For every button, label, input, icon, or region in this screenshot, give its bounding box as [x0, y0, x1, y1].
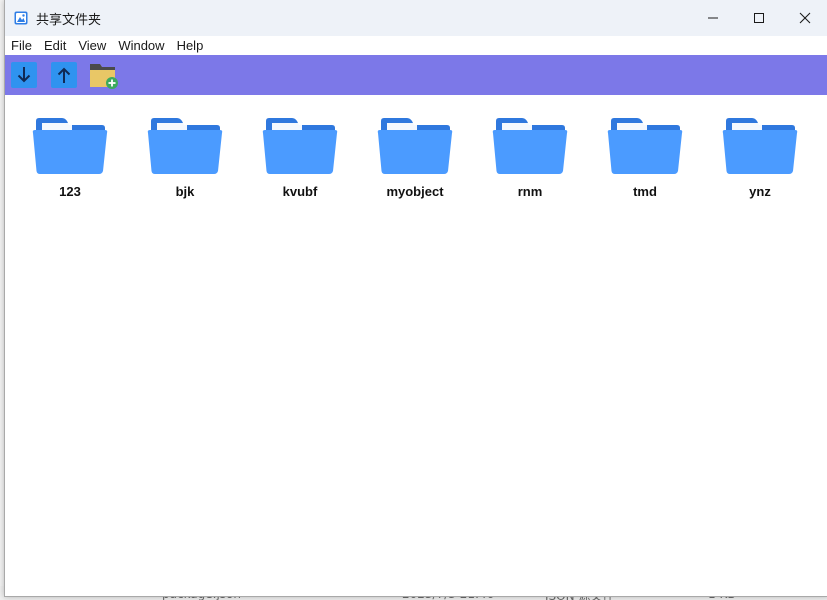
folder-item-ynz[interactable]: ynz	[705, 117, 815, 199]
folder-item-kvubf[interactable]: kvubf	[245, 117, 355, 199]
menu-window[interactable]: Window	[112, 38, 170, 53]
folder-icon	[145, 117, 225, 175]
folder-icon	[30, 117, 110, 175]
folder-icon	[605, 117, 685, 175]
maximize-icon	[754, 13, 764, 23]
folder-item-123[interactable]: 123	[15, 117, 125, 199]
folder-item-rnm[interactable]: rnm	[475, 117, 585, 199]
upload-button[interactable]	[49, 60, 79, 90]
minimize-button[interactable]	[690, 0, 736, 36]
folder-label: myobject	[386, 184, 444, 199]
upload-arrow-icon	[51, 62, 77, 88]
folder-label: tmd	[633, 184, 657, 199]
folder-label: bjk	[175, 184, 195, 199]
window-title: 共享文件夹	[36, 12, 102, 28]
folder-item-tmd[interactable]: tmd	[590, 117, 700, 199]
download-button[interactable]	[9, 60, 39, 90]
folder-label: kvubf	[282, 184, 318, 199]
close-icon	[799, 12, 811, 24]
folder-label: 123	[59, 184, 81, 199]
folder-view[interactable]: 123 bjk kvubf myobject rnm tmd ynz	[5, 95, 827, 595]
new-folder-button[interactable]	[89, 60, 119, 90]
toolbar	[5, 55, 827, 95]
new-folder-icon	[90, 64, 118, 89]
folder-item-myobject[interactable]: myobject	[360, 117, 470, 199]
menu-help[interactable]: Help	[171, 38, 210, 53]
shared-folder-window: 共享文件夹 File Edit View Window Help 123 bjk…	[4, 0, 827, 597]
maximize-button[interactable]	[736, 0, 782, 36]
menu-edit[interactable]: Edit	[38, 38, 72, 53]
download-arrow-icon	[11, 62, 37, 88]
title-bar[interactable]: 共享文件夹	[5, 0, 827, 36]
folder-icon	[375, 117, 455, 175]
folder-label: ynz	[749, 184, 771, 199]
folder-icon	[260, 117, 340, 175]
menu-bar: File Edit View Window Help	[5, 36, 827, 55]
minimize-icon	[708, 17, 718, 19]
folder-item-bjk[interactable]: bjk	[130, 117, 240, 199]
folder-icon	[720, 117, 800, 175]
menu-file[interactable]: File	[5, 38, 38, 53]
menu-view[interactable]: View	[72, 38, 112, 53]
folder-label: rnm	[517, 184, 543, 199]
folder-icon	[490, 117, 570, 175]
app-icon	[14, 11, 28, 25]
close-button[interactable]	[782, 0, 827, 36]
